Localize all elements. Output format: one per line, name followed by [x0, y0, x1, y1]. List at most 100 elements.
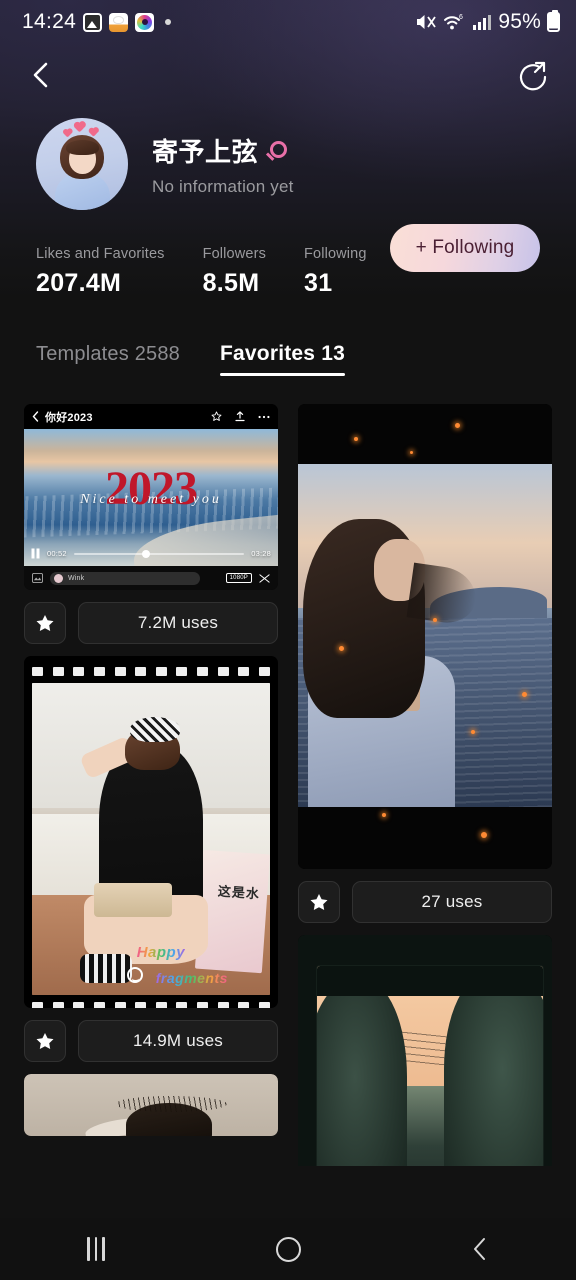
share-circle-icon	[519, 61, 547, 91]
back-chevron-icon	[32, 411, 39, 422]
female-gender-icon	[267, 140, 288, 160]
ember-particle	[521, 692, 527, 698]
export-cut-icon[interactable]	[259, 573, 270, 584]
photo-tree-left	[317, 981, 408, 1166]
favorite-button[interactable]	[24, 602, 66, 644]
watermark-track[interactable]: Wink	[50, 571, 200, 585]
ember-particle	[353, 436, 358, 441]
following-button[interactable]: + Following	[390, 224, 540, 272]
sea-portrait-preview	[298, 404, 552, 869]
recents-button[interactable]	[51, 1218, 141, 1280]
template-grid: 你好2023 2023 Nice to meet you 00:52 03:28…	[0, 376, 576, 1166]
signal-bars-icon	[473, 15, 492, 30]
sea-photo	[298, 464, 552, 807]
stat-following[interactable]: Following 31	[304, 246, 367, 298]
template-card[interactable]: 这是水 Happy fragments 14.9M uses	[24, 656, 278, 1062]
uses-count[interactable]: 14.9M uses	[78, 1020, 278, 1062]
android-back-button[interactable]	[435, 1218, 525, 1280]
photo-tree-right	[443, 971, 543, 1166]
back-icon	[474, 1238, 485, 1260]
tab-label: Favorites 13	[220, 342, 345, 365]
top-nav-bar	[0, 44, 576, 106]
photo-person-hat	[129, 717, 180, 743]
film-perforations-bottom	[30, 1002, 272, 1008]
template-thumbnail[interactable]	[24, 1074, 278, 1136]
stat-label: Likes and Favorites	[36, 246, 165, 262]
card-footer: 7.2M uses	[24, 602, 278, 644]
notification-dot-icon	[165, 19, 172, 25]
profile-section: 寄予上弦 No information yet	[0, 106, 576, 210]
film-photo: 这是水 Happy fragments	[32, 683, 270, 995]
avatar-body	[55, 174, 110, 210]
profile-name-row: 寄予上弦	[152, 132, 294, 169]
mute-icon	[417, 15, 437, 29]
upload-icon	[235, 411, 245, 422]
card-footer: 14.9M uses	[24, 1020, 278, 1062]
video-playback-controls[interactable]: 00:52 03:28	[24, 548, 278, 559]
stat-likes-and-favorites[interactable]: Likes and Favorites 207.4M	[36, 246, 165, 298]
template-card[interactable]: 27 uses	[298, 404, 552, 923]
back-chevron-icon	[33, 62, 48, 88]
stat-label: Followers	[202, 246, 266, 262]
star-filled-icon	[36, 1032, 54, 1049]
template-card-partial[interactable]	[24, 1074, 278, 1136]
ember-particle	[338, 645, 344, 651]
template-thumbnail[interactable]: 你好2023 2023 Nice to meet you 00:52 03:28…	[24, 404, 278, 590]
watermark-avatar-icon	[54, 573, 63, 583]
sunset-trees-preview	[298, 935, 552, 1166]
profile-bio: No information yet	[152, 176, 294, 196]
uses-count[interactable]: 27 uses	[352, 881, 552, 923]
video-editor-actions	[211, 411, 270, 422]
ember-particle	[381, 813, 386, 818]
video-editor-preview: 你好2023 2023 Nice to meet you 00:52 03:28…	[24, 404, 278, 590]
favorite-button[interactable]	[24, 1020, 66, 1062]
profile-name: 寄予上弦	[152, 136, 259, 167]
stat-value: 207.4M	[36, 269, 122, 297]
sunset-photo	[316, 965, 544, 1166]
ember-particle	[432, 617, 437, 622]
wifi-6-icon: 6	[444, 14, 463, 30]
film-strip-preview: 这是水 Happy fragments	[24, 656, 278, 1008]
share-button[interactable]	[516, 58, 550, 92]
svg-text:6: 6	[459, 14, 463, 21]
template-card-partial[interactable]	[298, 935, 552, 1166]
pause-icon[interactable]	[31, 548, 40, 559]
star-filled-icon	[36, 614, 54, 631]
template-thumbnail[interactable]	[298, 404, 552, 869]
video-progress-knob[interactable]	[141, 549, 150, 558]
stat-label: Following	[303, 246, 367, 262]
home-button[interactable]	[243, 1218, 333, 1280]
video-progress-track[interactable]	[73, 549, 245, 558]
back-button[interactable]	[28, 60, 54, 90]
partial-photo-preview	[24, 1074, 278, 1136]
battery-percent: 95%	[498, 10, 541, 33]
template-card[interactable]: 你好2023 2023 Nice to meet you 00:52 03:28…	[24, 404, 278, 644]
favorite-button[interactable]	[298, 881, 340, 923]
grid-column-left: 你好2023 2023 Nice to meet you 00:52 03:28…	[24, 404, 278, 1166]
photo-person-shoes	[79, 954, 132, 983]
overlay-text-fragments: fragments	[155, 969, 228, 986]
stat-value: 31	[303, 269, 333, 297]
profile-meta: 寄予上弦 No information yet	[152, 132, 294, 197]
watermark-label: Wink	[68, 574, 85, 582]
template-thumbnail[interactable]: 这是水 Happy fragments	[24, 656, 278, 1008]
cat-app-icon	[109, 12, 129, 32]
photo-sign-text: 这是水	[217, 883, 261, 902]
avatar[interactable]	[36, 118, 128, 210]
resolution-badge[interactable]: 1080P	[225, 573, 252, 583]
template-thumbnail[interactable]	[298, 935, 552, 1166]
card-footer: 27 uses	[298, 881, 552, 923]
android-navigation-bar	[0, 1218, 576, 1280]
video-subtitle-text: Nice to meet you	[80, 492, 222, 508]
status-time: 14:24	[22, 10, 77, 33]
smiley-face-icon	[127, 966, 144, 983]
gallery-icon	[83, 12, 103, 32]
status-bar: 14:24 6 95%	[0, 0, 576, 44]
star-filled-icon	[310, 893, 328, 910]
uses-count[interactable]: 7.2M uses	[78, 602, 278, 644]
tab-favorites[interactable]: Favorites 13	[220, 342, 345, 376]
stat-followers[interactable]: Followers 8.5M	[203, 246, 266, 298]
camera-app-icon	[135, 12, 155, 32]
status-bar-left: 14:24	[22, 10, 172, 34]
tab-templates[interactable]: Templates 2588	[36, 343, 180, 376]
